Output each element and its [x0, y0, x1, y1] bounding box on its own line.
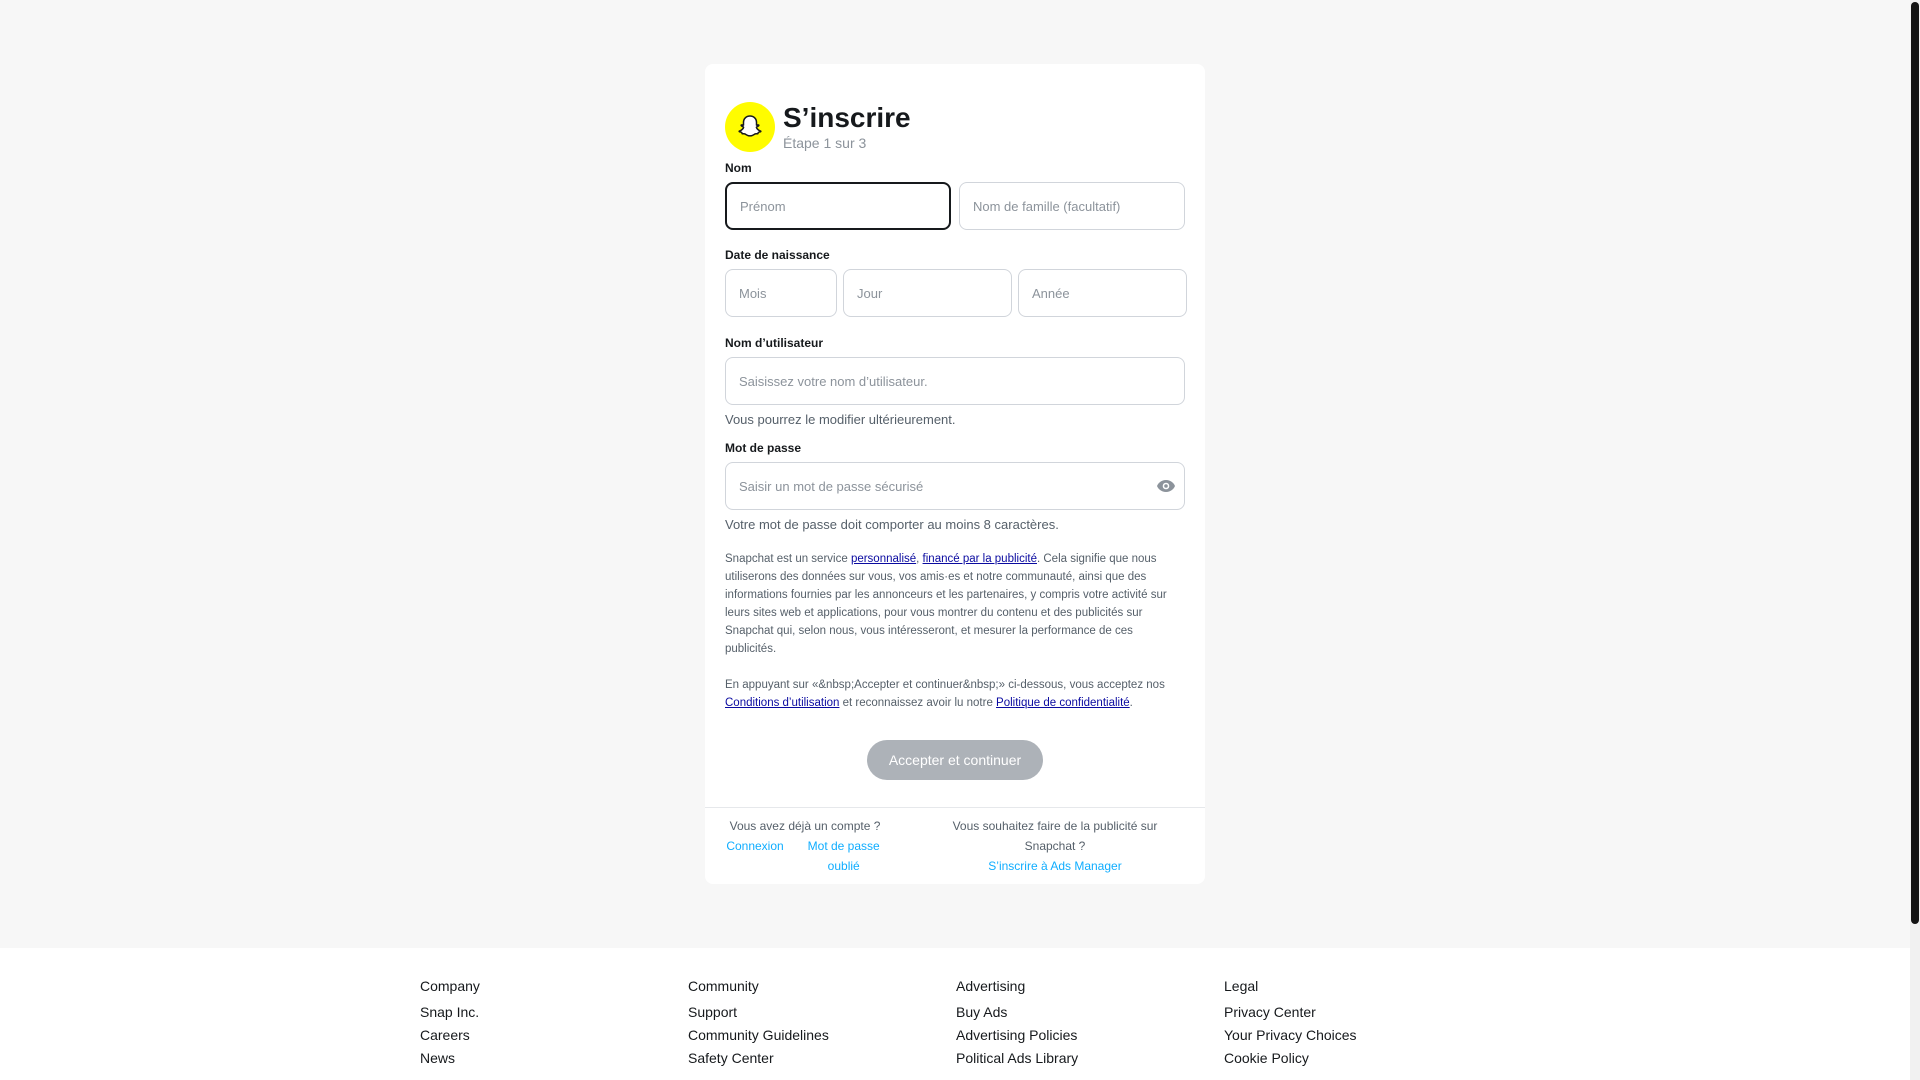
- footer-column-advertising: Advertising Buy Ads Advertising Policies…: [956, 978, 1224, 1073]
- footer-link[interactable]: Buy Ads: [956, 1004, 1224, 1020]
- ads-manager-signup-link[interactable]: S’inscrire à Ads Manager: [905, 856, 1205, 876]
- site-footer: Company Snap Inc. Careers News Community…: [0, 948, 1910, 1080]
- login-links: Connexion Mot de passe oublié: [705, 836, 905, 876]
- footer-link[interactable]: Safety Center: [688, 1050, 956, 1066]
- card-footer: Vous avez déjà un compte ? Connexion Mot…: [705, 807, 1205, 884]
- terms-text-2: et reconnaissez avoir lu notre: [839, 697, 997, 709]
- eye-icon[interactable]: [1155, 476, 1177, 496]
- password-help: Votre mot de passe doit comporter au moi…: [725, 517, 1059, 532]
- dob-label: Date de naissance: [725, 248, 830, 262]
- login-section: Vous avez déjà un compte ? Connexion Mot…: [705, 808, 905, 884]
- terms-text-1: En appuyant sur «&nbsp;Accepter et conti…: [725, 679, 1165, 691]
- title-block: S’inscrire Étape 1 sur 3: [783, 102, 911, 152]
- forgot-password-link[interactable]: Mot de passe oublié: [804, 836, 884, 876]
- terms-notice: En appuyant sur «&nbsp;Accepter et conti…: [725, 676, 1185, 712]
- ads-text-3: . Cela signifie que nous utiliserons des…: [725, 553, 1167, 655]
- terms-text-3: .: [1129, 697, 1133, 709]
- footer-heading: Company: [420, 978, 480, 994]
- footer-column-company: Company Snap Inc. Careers News: [420, 978, 688, 1073]
- footer-link[interactable]: Your Privacy Choices: [1224, 1027, 1492, 1043]
- footer-link[interactable]: Community Guidelines: [688, 1027, 956, 1043]
- month-input[interactable]: [725, 269, 837, 317]
- signup-header: S’inscrire Étape 1 sur 3: [725, 102, 1185, 152]
- footer-link[interactable]: Cookie Policy: [1224, 1050, 1492, 1066]
- privacy-policy-link[interactable]: Politique de confidentialité: [996, 697, 1130, 709]
- password-label: Mot de passe: [725, 441, 802, 455]
- footer-columns: Company Snap Inc. Careers News Community…: [420, 978, 1492, 1073]
- ad-funded-link[interactable]: financé par la publicité: [923, 553, 1037, 565]
- signup-card: S’inscrire Étape 1 sur 3 Nom Date de nai…: [705, 64, 1205, 884]
- footer-link[interactable]: Political Ads Library: [956, 1050, 1224, 1066]
- footer-column-community: Community Support Community Guidelines S…: [688, 978, 956, 1073]
- scrollbar[interactable]: [1910, 0, 1920, 1080]
- year-input[interactable]: [1018, 269, 1187, 317]
- scrollbar-thumb[interactable]: [1911, 2, 1919, 924]
- password-field: [725, 462, 1185, 510]
- cta-wrap: Accepter et continuer: [725, 740, 1185, 780]
- personalized-link[interactable]: personnalisé: [851, 553, 916, 565]
- username-input[interactable]: [725, 357, 1185, 405]
- username-help: Vous pourrez le modifier ultérieurement.: [725, 412, 956, 427]
- first-name-input[interactable]: [725, 182, 951, 230]
- footer-link[interactable]: Advertising Policies: [956, 1027, 1224, 1043]
- ads-question-text: Vous souhaitez faire de la publicité sur…: [952, 819, 1158, 853]
- login-link[interactable]: Connexion: [726, 836, 783, 876]
- snapchat-ghost-icon: [738, 115, 762, 137]
- page-title: S’inscrire: [783, 102, 911, 133]
- footer-link[interactable]: Privacy Center: [1224, 1004, 1492, 1020]
- footer-link[interactable]: News: [420, 1050, 688, 1066]
- username-label: Nom d’utilisateur: [725, 336, 824, 350]
- dob-row: [725, 269, 1187, 317]
- signup-form: S’inscrire Étape 1 sur 3 Nom Date de nai…: [705, 64, 1205, 780]
- have-account-text: Vous avez déjà un compte ?: [729, 819, 881, 833]
- ads-text-1: Snapchat est un service: [725, 553, 851, 565]
- footer-link[interactable]: Snap Inc.: [420, 1004, 688, 1020]
- snapchat-logo: [725, 102, 775, 152]
- page: S’inscrire Étape 1 sur 3 Nom Date de nai…: [0, 0, 1910, 1080]
- day-input[interactable]: [843, 269, 1012, 317]
- accept-continue-button[interactable]: Accepter et continuer: [867, 740, 1043, 780]
- footer-heading: Legal: [1224, 978, 1259, 994]
- footer-link[interactable]: Careers: [420, 1027, 688, 1043]
- ads-section: Vous souhaitez faire de la publicité sur…: [905, 808, 1205, 884]
- name-label: Nom: [725, 161, 752, 175]
- step-indicator: Étape 1 sur 3: [783, 135, 867, 151]
- name-row: [725, 182, 1185, 230]
- footer-column-legal: Legal Privacy Center Your Privacy Choice…: [1224, 978, 1492, 1073]
- terms-link[interactable]: Conditions d’utilisation: [725, 697, 839, 709]
- last-name-input[interactable]: [959, 182, 1185, 230]
- ads-disclosure: Snapchat est un service personnalisé, fi…: [725, 550, 1185, 658]
- footer-heading: Advertising: [956, 978, 1026, 994]
- footer-link[interactable]: Support: [688, 1004, 956, 1020]
- password-input[interactable]: [725, 462, 1185, 510]
- footer-heading: Community: [688, 978, 759, 994]
